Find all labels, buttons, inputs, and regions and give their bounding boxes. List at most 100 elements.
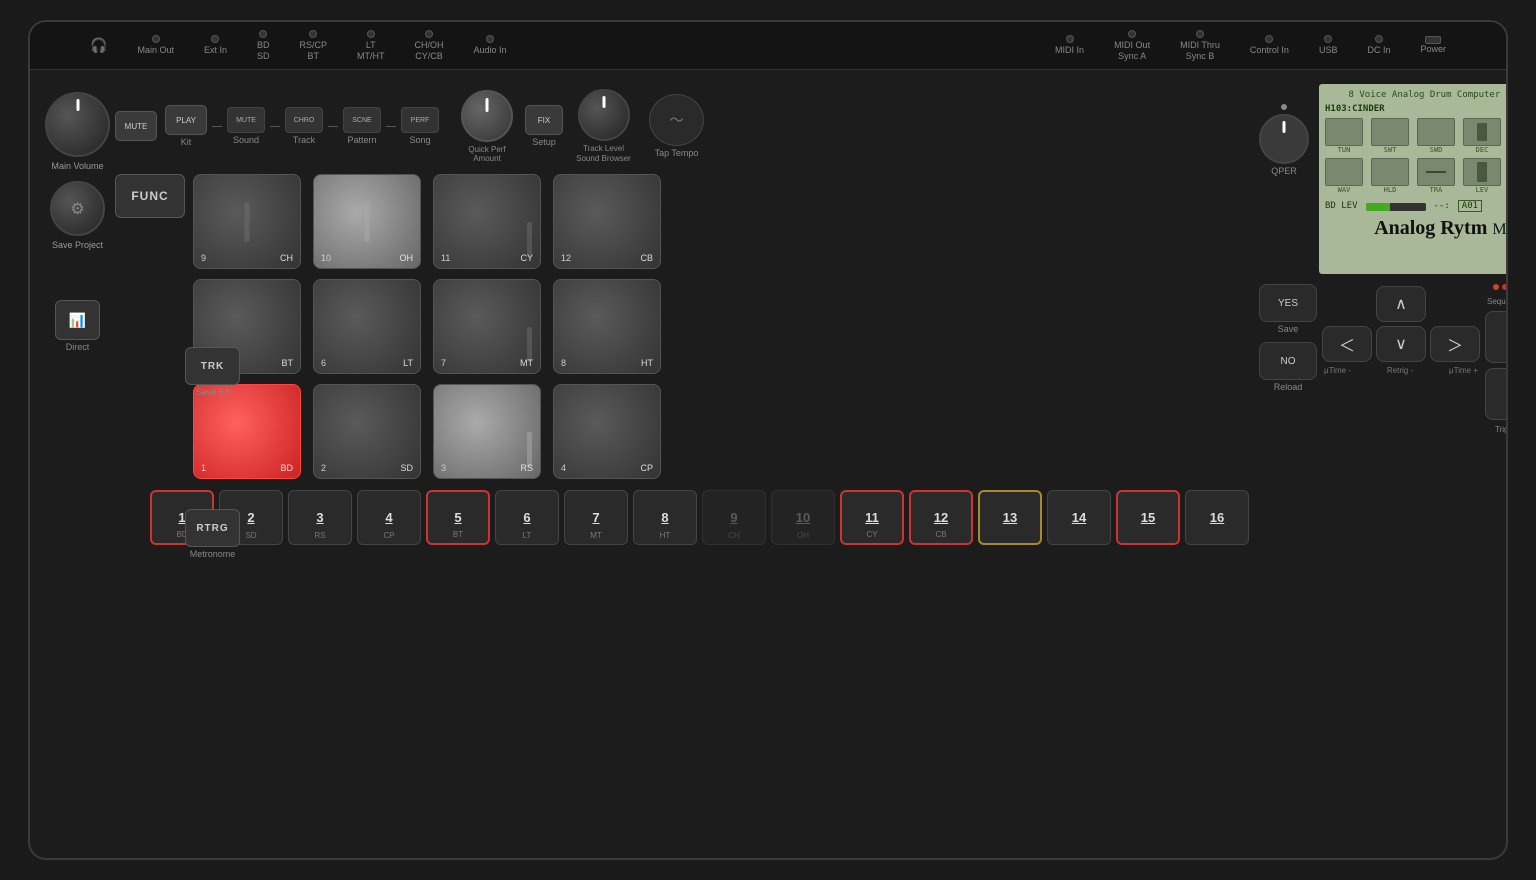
step-15-btn[interactable]: 15 [1116, 490, 1180, 545]
utime-plus-label: μTime + [1449, 366, 1478, 375]
pad-8-group: 8 HT [553, 279, 661, 374]
kit-label: Kit [181, 137, 192, 147]
step-12-btn[interactable]: 12 CB [909, 490, 973, 545]
pattern-label: Pattern [347, 135, 376, 145]
pad-8[interactable]: 8 HT [553, 279, 661, 374]
pad-2-group: 2 SD [313, 384, 421, 479]
display-param-hld: HLD [1371, 158, 1409, 194]
fix-group: FIX Setup [525, 105, 563, 147]
no-btn[interactable]: NO [1259, 342, 1317, 380]
pad-10[interactable]: 10 OH [313, 174, 421, 269]
step-11-btn[interactable]: 11 CY [840, 490, 904, 545]
display-pattern-label: A01 [1458, 200, 1482, 212]
rtrg-btn[interactable]: RTRG [185, 509, 240, 547]
pad-4-group: 4 CP [553, 384, 661, 479]
nav-arrows-group: ∧ ＜ ∨ ＞ μTime - Retrig - μTime + [1322, 286, 1480, 375]
display-param-lev: LEV [1463, 158, 1501, 194]
dc-in-port: DC In [1367, 35, 1390, 56]
retrig-minus-label: Retrig - [1387, 366, 1413, 375]
step-9-btn[interactable]: 9 CH [702, 490, 766, 545]
pattern-buttons-group: Sequential Direct Start Direct Jump Temp… [1485, 284, 1508, 434]
utime-plus-btn[interactable]: ＞ [1430, 326, 1480, 362]
fix-btn[interactable]: FIX [525, 105, 563, 135]
pad-7[interactable]: 7 MT [433, 279, 541, 374]
midi-in-port: MIDI In [1055, 35, 1084, 56]
step-16-btn[interactable]: 16 [1185, 490, 1249, 545]
retrig-plus-btn[interactable]: ∧ [1376, 286, 1426, 322]
main-volume-knob[interactable] [45, 92, 110, 157]
track-label: Track [293, 135, 315, 145]
save-kit-label: Save Kit [196, 387, 230, 397]
analog-rytm-mkii: ⟋ 🎧 Main Out Ext In BD SD RS/CP BT LT MT… [28, 20, 1508, 860]
oper-knob[interactable] [1259, 114, 1309, 164]
pad-10-group: 10 OH [313, 174, 421, 269]
pad-4[interactable]: 4 CP [553, 384, 661, 479]
connector-bar: 🎧 Main Out Ext In BD SD RS/CP BT LT MT/H… [30, 22, 1506, 70]
setup-label: Setup [532, 137, 556, 147]
display-preset: H103:CINDER [1325, 104, 1385, 114]
control-in-port: Control In [1250, 35, 1289, 56]
pad-9[interactable]: 9 CH [193, 174, 301, 269]
step-8-btn[interactable]: 8 HT [633, 490, 697, 545]
power-port: Power [1420, 36, 1446, 55]
scne-group: SCNE Pattern [343, 107, 381, 145]
utime-minus-btn[interactable]: ＜ [1322, 326, 1372, 362]
direct-group: 📊 Direct [55, 300, 100, 352]
quick-perf-knob[interactable] [461, 90, 513, 142]
save-project-group: ⚙ Save Project [50, 181, 105, 250]
step-7-btn[interactable]: 7 MT [564, 490, 628, 545]
step-5-btn[interactable]: 5 BT [426, 490, 490, 545]
direct-label: Direct [66, 342, 90, 352]
pattern-e-btn[interactable]: E [1485, 368, 1508, 420]
mute-btn-group: MUTE [115, 111, 157, 141]
pad-row-3: 1 BD 2 SD [193, 384, 661, 479]
main-volume-label: Main Volume [51, 161, 103, 171]
tap-tempo-btn[interactable]: 〜 [649, 94, 704, 146]
perf-btn[interactable]: PERF [401, 107, 439, 133]
track-level-knob[interactable] [578, 89, 630, 141]
pad-6-group: 6 LT [313, 279, 421, 374]
save-project-btn[interactable]: ⚙ [50, 181, 105, 236]
step-14-btn[interactable]: 14 [1047, 490, 1111, 545]
reload-label: Reload [1274, 382, 1303, 392]
step-10-btn[interactable]: 10 OH [771, 490, 835, 545]
mute-mode-btn[interactable]: MUTE [227, 107, 265, 133]
rs-cp-bt-port: RS/CP BT [299, 30, 327, 62]
retrig-minus-btn[interactable]: ∨ [1376, 326, 1426, 362]
mute-mode-group: MUTE Sound [227, 107, 265, 145]
trk-btn[interactable]: TRK [185, 347, 240, 385]
midi-out-port: MIDI Out Sync A [1114, 30, 1150, 62]
step-13-btn[interactable]: 13 [978, 490, 1042, 545]
yes-btn[interactable]: YES [1259, 284, 1317, 322]
perf-group: PERF Song [401, 107, 439, 145]
play-btn[interactable]: PLAY [165, 105, 207, 135]
display-param-tun: TUN [1325, 118, 1363, 154]
chro-btn[interactable]: CHRO [285, 107, 323, 133]
pad-6[interactable]: 6 LT [313, 279, 421, 374]
pad-2[interactable]: 2 SD [313, 384, 421, 479]
step-4-btn[interactable]: 4 CP [357, 490, 421, 545]
yes-btn-group: YES Save [1259, 284, 1317, 334]
headphone-port: 🎧 [90, 37, 107, 54]
pad-11-group: 11 CY [433, 174, 541, 269]
play-btn-group: PLAY Kit [165, 105, 207, 147]
quick-perf-label: Quick Perf Amount [457, 145, 517, 163]
step-6-btn[interactable]: 6 LT [495, 490, 559, 545]
track-level-label: Track Level Sound Browser [571, 144, 636, 163]
bd-sd-port: BD SD [257, 30, 270, 62]
step-3-btn[interactable]: 3 RS [288, 490, 352, 545]
pattern-a-btn[interactable]: A [1485, 311, 1508, 363]
main-volume-group: Main Volume [45, 92, 110, 171]
func-btn[interactable]: FUNC [115, 174, 185, 218]
trk-rtrg-group: TRK Save Kit RTRG Metronome [185, 347, 240, 559]
scne-btn[interactable]: SCNE [343, 107, 381, 133]
func-btn-group: FUNC [115, 174, 185, 218]
tap-tempo-group: 〜 Tap Tempo [649, 94, 704, 158]
display-title: 8 Voice Analog Drum Computer & Sampler [1325, 90, 1508, 100]
direct-btn[interactable]: 📊 [55, 300, 100, 340]
pad-3[interactable]: 3 RS [433, 384, 541, 479]
pad-11[interactable]: 11 CY [433, 174, 541, 269]
mute-btn[interactable]: MUTE [115, 111, 157, 141]
audio-in-port: Audio In [474, 35, 507, 56]
pad-12[interactable]: 12 CB [553, 174, 661, 269]
